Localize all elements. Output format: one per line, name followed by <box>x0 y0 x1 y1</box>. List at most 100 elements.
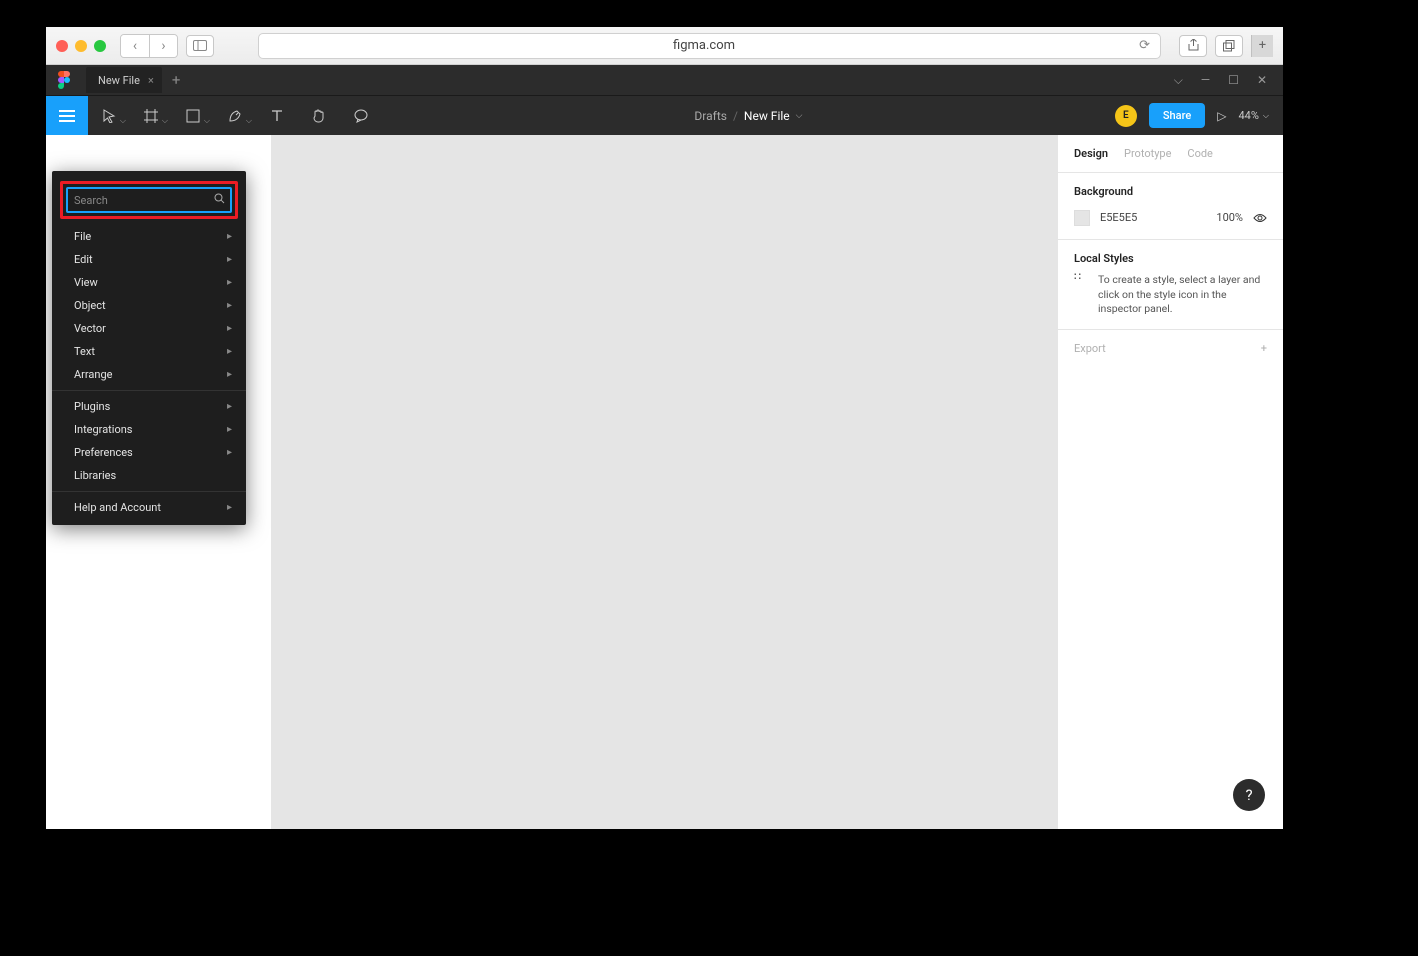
export-section[interactable]: Export + <box>1058 330 1283 367</box>
sidebar-icon <box>193 40 207 51</box>
add-export-icon[interactable]: + <box>1261 342 1267 355</box>
shape-tool[interactable] <box>172 96 214 136</box>
pointer-icon <box>102 109 116 123</box>
menu-item-integrations[interactable]: Integrations▸ <box>52 418 246 441</box>
forward-button[interactable]: › <box>149 35 177 57</box>
export-label: Export <box>1074 342 1106 355</box>
color-swatch[interactable] <box>1074 210 1090 226</box>
url-text: figma.com <box>269 38 1139 53</box>
chevron-down-icon: ⌵ <box>796 111 803 121</box>
hamburger-icon <box>59 115 75 117</box>
visibility-toggle-icon[interactable] <box>1253 208 1267 227</box>
inspector-panel: Design Prototype Code Background E5E5E5 … <box>1057 135 1283 829</box>
figma-logo-icon[interactable] <box>50 65 78 95</box>
hand-tool[interactable] <box>298 96 340 136</box>
breadcrumb-drafts: Drafts <box>694 109 727 123</box>
tab-code[interactable]: Code <box>1187 147 1212 160</box>
menu-item-view[interactable]: View▸ <box>52 271 246 294</box>
url-bar[interactable]: figma.com ⟳ <box>258 33 1161 59</box>
present-button[interactable]: ▷ <box>1217 109 1226 123</box>
zoom-dropdown[interactable]: 44% ⌵ <box>1239 109 1270 122</box>
background-title: Background <box>1074 185 1267 198</box>
chevron-right-icon: ▸ <box>227 254 232 265</box>
chevron-down-icon: ⌵ <box>1263 111 1269 121</box>
close-window-button[interactable] <box>56 40 68 52</box>
menu-item-arrange[interactable]: Arrange▸ <box>52 363 246 386</box>
inspector-tabs: Design Prototype Code <box>1058 135 1283 173</box>
add-tab-button[interactable]: + <box>172 71 181 89</box>
app-toolbar: Drafts / New File ⌵ E Share ▷ 44% ⌵ <box>46 95 1283 135</box>
sidebar-toggle-button[interactable] <box>186 35 214 57</box>
background-section: Background E5E5E5 100% <box>1058 173 1283 240</box>
nav-buttons: ‹ › <box>120 34 178 58</box>
menu-search-input[interactable] <box>74 194 214 207</box>
frame-icon <box>144 109 158 123</box>
chevron-right-icon: ▸ <box>227 502 232 513</box>
local-styles-hint: ∷ To create a style, select a layer and … <box>1058 273 1283 330</box>
local-styles-title: Local Styles <box>1058 240 1283 273</box>
hand-icon <box>311 108 327 124</box>
app-tabbar: New File × + ⌵ — ☐ ✕ <box>46 65 1283 95</box>
background-hex[interactable]: E5E5E5 <box>1100 211 1206 224</box>
zoom-value: 44% <box>1239 109 1259 122</box>
comment-icon <box>354 109 368 123</box>
chevron-right-icon: ▸ <box>227 231 232 242</box>
background-opacity[interactable]: 100% <box>1216 211 1243 224</box>
fullscreen-window-button[interactable] <box>94 40 106 52</box>
move-tool[interactable] <box>88 96 130 136</box>
share-browser-button[interactable] <box>1179 35 1207 57</box>
traffic-lights <box>56 40 106 52</box>
comment-tool[interactable] <box>340 96 382 136</box>
menu-item-object[interactable]: Object▸ <box>52 294 246 317</box>
styles-icon: ∷ <box>1074 273 1088 317</box>
file-tab[interactable]: New File × <box>86 67 162 93</box>
menu-item-libraries[interactable]: Libraries <box>52 464 246 487</box>
menu-item-plugins[interactable]: Plugins▸ <box>52 395 246 418</box>
tabs-overview-button[interactable] <box>1215 35 1243 57</box>
main-menu-button[interactable] <box>46 96 88 136</box>
menu-search[interactable] <box>66 187 232 213</box>
rectangle-icon <box>186 109 200 123</box>
breadcrumb[interactable]: Drafts / New File ⌵ <box>382 109 1115 123</box>
chevron-down-icon[interactable]: ⌵ <box>1174 73 1183 88</box>
chevron-right-icon: ▸ <box>227 424 232 435</box>
reload-icon[interactable]: ⟳ <box>1139 38 1150 53</box>
share-icon <box>1188 39 1199 52</box>
menu-item-edit[interactable]: Edit▸ <box>52 248 246 271</box>
tabs-icon <box>1223 40 1235 52</box>
pen-icon <box>228 109 242 123</box>
canvas[interactable] <box>272 135 1057 829</box>
menu-item-text[interactable]: Text▸ <box>52 340 246 363</box>
breadcrumb-file: New File <box>744 109 790 123</box>
window-close-button[interactable]: ✕ <box>1257 73 1267 88</box>
breadcrumb-separator: / <box>733 109 738 123</box>
close-tab-icon[interactable]: × <box>148 74 154 87</box>
window-maximize-button[interactable]: ☐ <box>1228 73 1239 88</box>
menu-separator <box>52 390 246 391</box>
menu-item-preferences[interactable]: Preferences▸ <box>52 441 246 464</box>
share-button[interactable]: Share <box>1149 103 1205 128</box>
window-controls: ⌵ — ☐ ✕ <box>1174 73 1283 88</box>
search-icon <box>214 193 225 207</box>
pen-tool[interactable] <box>214 96 256 136</box>
text-tool[interactable] <box>256 96 298 136</box>
help-button[interactable]: ? <box>1233 779 1265 811</box>
chevron-right-icon: ▸ <box>227 447 232 458</box>
menu-item-vector[interactable]: Vector▸ <box>52 317 246 340</box>
chevron-right-icon: ▸ <box>227 346 232 357</box>
window-minimize-button[interactable]: — <box>1201 73 1210 88</box>
browser-chrome: ‹ › figma.com ⟳ + <box>46 27 1283 65</box>
menu-item-file[interactable]: File▸ <box>52 225 246 248</box>
tab-prototype[interactable]: Prototype <box>1124 147 1171 160</box>
menu-item-help-account[interactable]: Help and Account▸ <box>52 496 246 519</box>
back-button[interactable]: ‹ <box>121 35 149 57</box>
chevron-right-icon: ▸ <box>227 369 232 380</box>
search-highlight <box>60 181 238 219</box>
minimize-window-button[interactable] <box>75 40 87 52</box>
chevron-right-icon: ▸ <box>227 277 232 288</box>
new-browser-tab-button[interactable]: + <box>1251 35 1273 57</box>
chevron-right-icon: ▸ <box>227 300 232 311</box>
user-avatar[interactable]: E <box>1115 105 1137 127</box>
frame-tool[interactable] <box>130 96 172 136</box>
tab-design[interactable]: Design <box>1074 147 1108 160</box>
